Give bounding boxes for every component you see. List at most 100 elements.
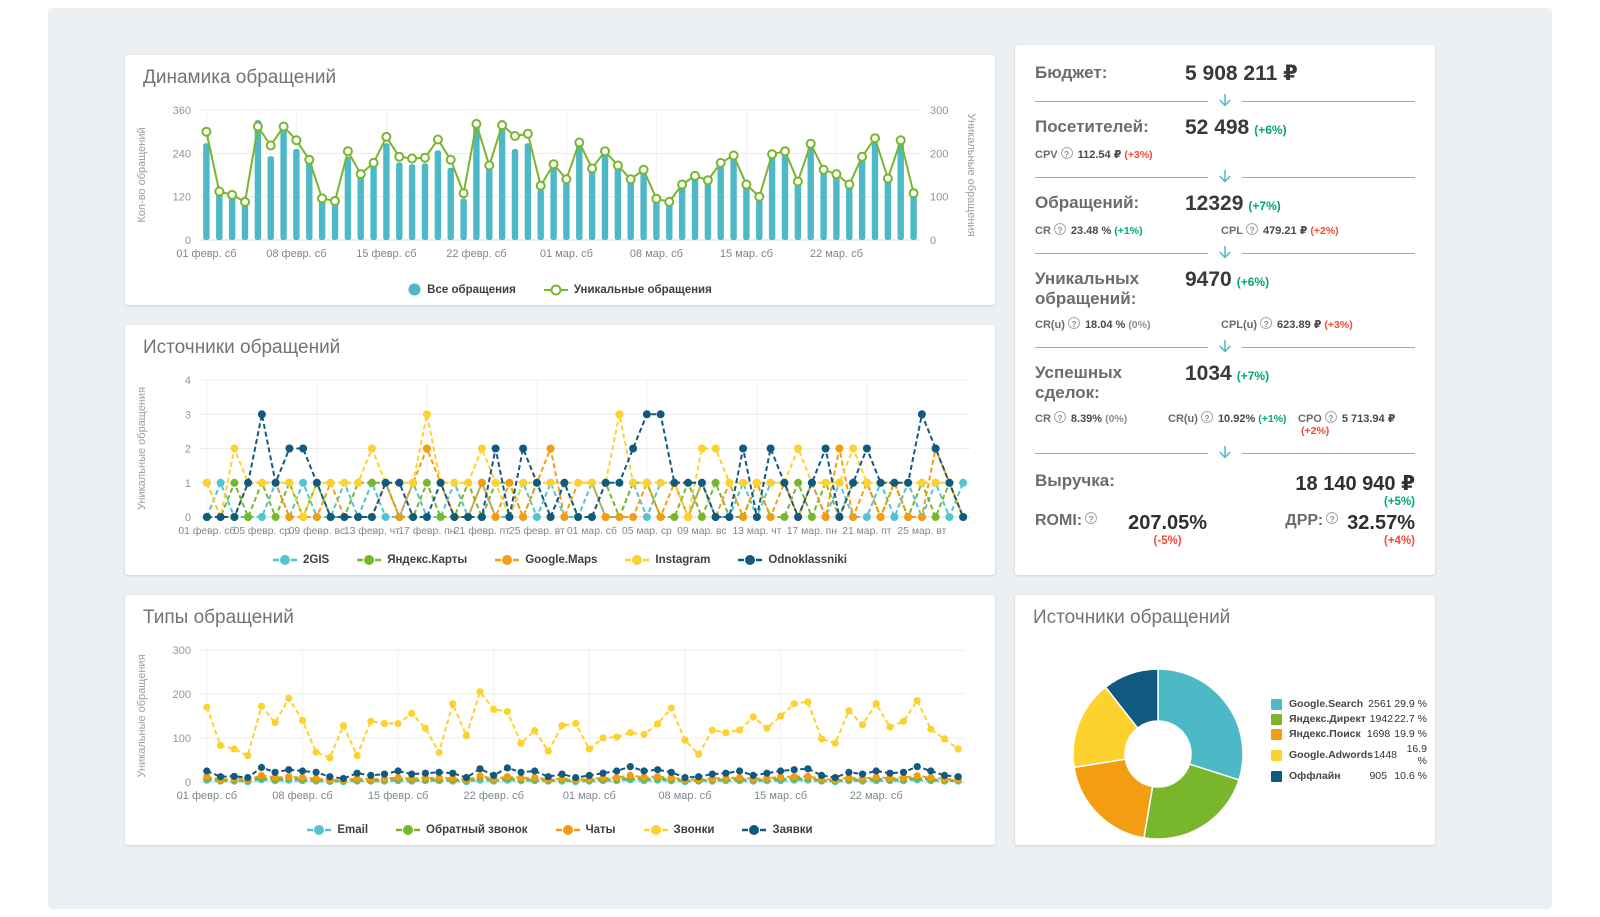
legend-item-Все обращения[interactable]: Все обращения — [408, 283, 516, 296]
pie-slice-Яндекс.Директ[interactable] — [1144, 764, 1239, 839]
pie-legend-item-Оффлайн[interactable]: Оффлайн90510.6 % — [1271, 770, 1427, 782]
svg-text:05 февр. ср: 05 февр. ср — [233, 525, 290, 537]
legend-item-2GIS[interactable]: 2GIS — [273, 554, 329, 566]
svg-text:21 мар. пт: 21 мар. пт — [842, 526, 892, 537]
svg-text:2: 2 — [185, 444, 191, 456]
svg-text:13 мар. чт: 13 мар. чт — [732, 526, 781, 537]
types-chart[interactable]: 010020030001 февр. сб08 февр. сб15 февр.… — [125, 635, 995, 815]
help-icon[interactable]: ? — [1326, 512, 1338, 524]
bars-Все обращения[interactable] — [203, 120, 917, 240]
kpi-budget-label: Бюджет: — [1035, 63, 1185, 83]
svg-text:01 февр. сб: 01 февр. сб — [178, 525, 235, 537]
legend-item-Яндекс.Карты[interactable]: Яндекс.Карты — [357, 554, 467, 566]
kpi-drr-delta: (+4%) — [1347, 535, 1415, 547]
legend-swatch — [1271, 729, 1282, 740]
svg-text:22 мар. сб: 22 мар. сб — [810, 248, 863, 260]
svg-text:360: 360 — [173, 105, 191, 117]
card-sources-pie: Источники обращений Google.Search256129.… — [1015, 595, 1435, 845]
kpi-revenue-value: 18 140 940 ₽ — [1295, 471, 1415, 496]
legend-item-Обратный звонок[interactable]: Обратный звонок — [396, 824, 528, 836]
svg-text:Уникальные обращения: Уникальные обращения — [136, 654, 148, 777]
svg-text:Уникальные обращения: Уникальные обращения — [965, 113, 977, 236]
svg-text:08 мар. сб: 08 мар. сб — [658, 790, 711, 802]
legend-item-Уникальные обращения[interactable]: Уникальные обращения — [544, 283, 712, 296]
sources-chart[interactable]: 0123401 февр. сб05 февр. ср09 февр. вс13… — [125, 365, 995, 547]
card-title-sources: Источники обращений — [143, 337, 340, 359]
help-icon[interactable]: ? — [1260, 317, 1272, 329]
legend-swatch — [1271, 750, 1282, 761]
svg-text:100: 100 — [173, 733, 191, 745]
pie-slice-Google.Search[interactable] — [1158, 669, 1243, 780]
pie-legend-item-Яндекс.Поиск[interactable]: Яндекс.Поиск169819.9 % — [1271, 728, 1427, 740]
kpi-requests: Обращений: 12329(+7%) — [1035, 193, 1415, 215]
kpi-visitors-label: Посетителей: — [1035, 117, 1185, 137]
metric-CPL(u): CPL(u)?623.89 ₽(+3%) — [1221, 317, 1407, 331]
help-icon[interactable]: ? — [1054, 223, 1066, 235]
svg-text:21 февр. пт: 21 февр. пт — [454, 525, 510, 537]
dynamics-chart[interactable]: 0120240360010020030001 февр. сб08 февр. … — [125, 95, 995, 275]
metric-CPO: CPO?5 713.94 ₽(+2%) — [1298, 411, 1410, 437]
pie-slice-Яндекс.Поиск[interactable] — [1074, 759, 1153, 838]
kpi-drr-value: 32.57% — [1347, 512, 1415, 535]
help-icon[interactable]: ? — [1325, 411, 1337, 423]
kpi-budget-value: 5 908 211 ₽ — [1185, 63, 1298, 85]
svg-text:01 мар. сб: 01 мар. сб — [540, 248, 593, 260]
help-icon[interactable]: ? — [1068, 317, 1080, 329]
svg-text:300: 300 — [173, 645, 191, 657]
legend-swatch — [1271, 699, 1282, 710]
svg-text:240: 240 — [173, 148, 191, 160]
funnel-divider — [1035, 245, 1415, 261]
kpi-deals-metrics: CR?8.39%(0%)CR(u)?10.92%(+1%)CPO?5 713.9… — [1035, 411, 1415, 437]
kpi-unique-requests: Уникальных обращений: 9470(+6%) — [1035, 269, 1415, 309]
help-icon[interactable]: ? — [1246, 223, 1258, 235]
svg-text:01 мар. сб: 01 мар. сб — [567, 525, 617, 537]
kpi-visitors-delta: (+6%) — [1254, 123, 1286, 137]
help-icon[interactable]: ? — [1061, 147, 1073, 159]
down-arrow-icon — [1217, 339, 1233, 355]
kpi-deals-label: Успешных сделок: — [1035, 363, 1185, 403]
series-Звонки[interactable] — [203, 688, 962, 761]
svg-text:05 мар. ср: 05 мар. ср — [622, 526, 672, 537]
legend-item-Звонки[interactable]: Звонки — [644, 824, 715, 836]
down-arrow-icon — [1217, 245, 1233, 261]
series-Odnoklassniki[interactable] — [203, 410, 967, 521]
funnel-divider — [1035, 169, 1415, 185]
kpi-deals-delta: (+7%) — [1237, 369, 1269, 383]
help-icon[interactable]: ? — [1054, 411, 1066, 423]
funnel-divider — [1035, 93, 1415, 109]
card-kpi-funnel: Бюджет: 5 908 211 ₽ Посетителей: 52 498(… — [1015, 45, 1435, 575]
legend-item-Instagram[interactable]: Instagram — [625, 554, 710, 566]
kpi-requests-value: 12329(+7%) — [1185, 193, 1281, 215]
svg-text:15 февр. сб: 15 февр. сб — [356, 248, 416, 260]
svg-text:15 мар. сб: 15 мар. сб — [720, 248, 773, 260]
legend-item-Google.Maps[interactable]: Google.Maps — [495, 554, 597, 566]
svg-text:300: 300 — [930, 105, 948, 117]
kpi-romi-label: ROMI: — [1035, 512, 1082, 530]
svg-text:08 февр. сб: 08 февр. сб — [266, 248, 326, 260]
svg-text:3: 3 — [185, 409, 191, 421]
series-Instagram[interactable] — [203, 410, 967, 521]
kpi-revenue-label: Выручка: — [1035, 471, 1115, 491]
help-icon[interactable]: ? — [1085, 512, 1097, 524]
svg-text:15 февр. сб: 15 февр. сб — [368, 790, 428, 802]
help-icon[interactable]: ? — [1201, 411, 1213, 423]
funnel-divider — [1035, 339, 1415, 355]
svg-text:0: 0 — [185, 777, 191, 789]
pie-legend-item-Google.Adwords[interactable]: Google.Adwords144816.9 % — [1271, 743, 1427, 767]
pie-legend-item-Google.Search[interactable]: Google.Search256129.9 % — [1271, 698, 1427, 710]
types-legend: Email Обратный звонок Чаты Звонки Заявки — [125, 824, 995, 836]
legend-item-Odnoklassniki[interactable]: Odnoklassniki — [738, 554, 847, 566]
svg-text:Кол-во обращений: Кол-во обращений — [136, 127, 148, 222]
svg-text:08 февр. сб: 08 февр. сб — [272, 790, 332, 802]
legend-item-Заявки[interactable]: Заявки — [742, 824, 812, 836]
svg-text:Уникальные обращения: Уникальные обращения — [136, 387, 148, 510]
svg-text:22 февр. сб: 22 февр. сб — [464, 790, 524, 802]
legend-item-Чаты[interactable]: Чаты — [556, 824, 616, 836]
kpi-revenue: Выручка: 18 140 940 ₽ (+5%) — [1035, 471, 1415, 508]
svg-text:01 мар. сб: 01 мар. сб — [563, 790, 616, 802]
pie-legend-item-Яндекс.Директ[interactable]: Яндекс.Директ194222.7 % — [1271, 713, 1427, 725]
svg-text:01 февр. сб: 01 февр. сб — [176, 248, 236, 260]
legend-item-Email[interactable]: Email — [307, 824, 368, 836]
metric-CR(u): CR(u)?18.04 %(0%) — [1035, 317, 1221, 331]
down-arrow-icon — [1217, 169, 1233, 185]
